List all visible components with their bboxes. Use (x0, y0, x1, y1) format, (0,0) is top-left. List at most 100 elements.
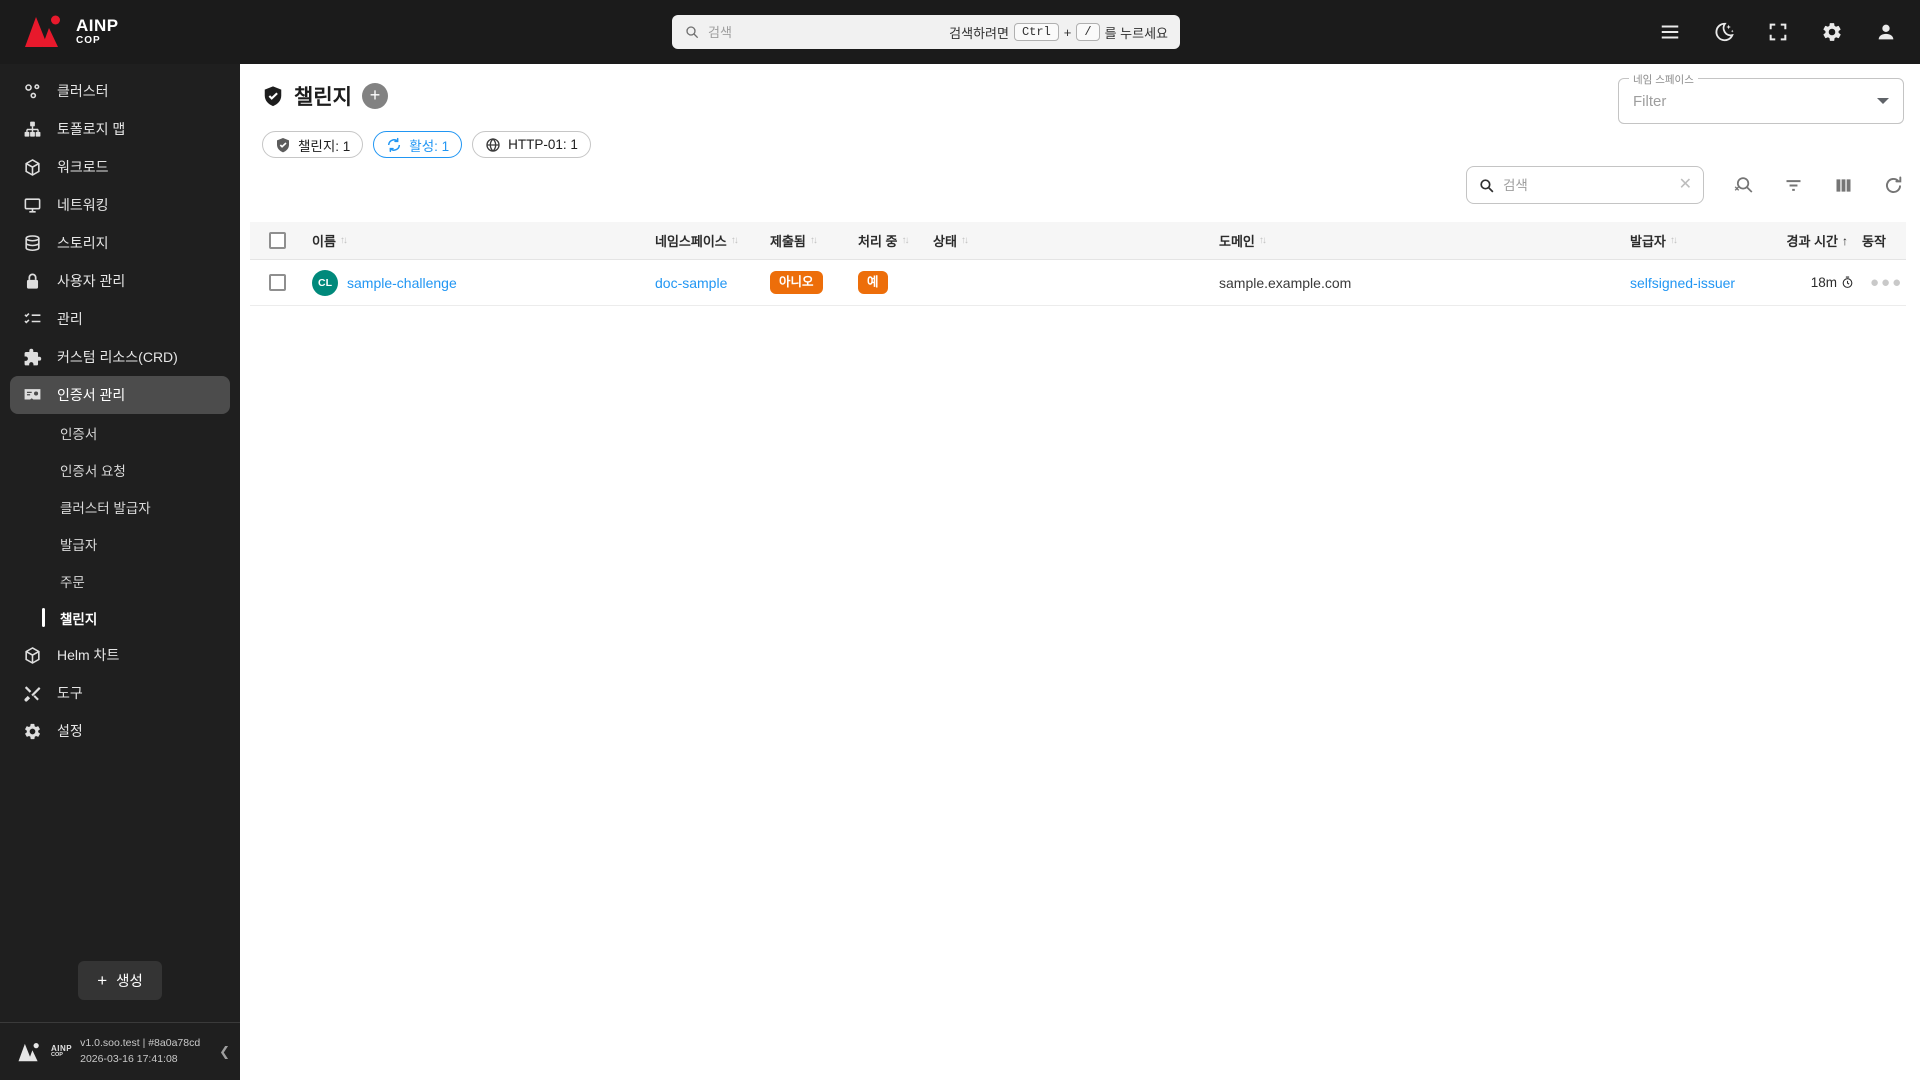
create-button[interactable]: + 생성 (78, 961, 162, 1000)
chip-http01-count[interactable]: HTTP-01: 1 (472, 131, 591, 158)
sidebar-subitem-label: 클러스터 발급자 (60, 500, 151, 516)
sidebar-item-label: 스토리지 (57, 235, 109, 251)
column-header-processing[interactable]: 처리 중 ↑↓ (858, 231, 933, 250)
column-header-name[interactable]: 이름 ↑↓ (300, 231, 655, 250)
sidebar-subitem-cluster-issuers[interactable]: 클러스터 발급자 (0, 488, 240, 525)
domain-cell: sample.example.com (1215, 275, 1630, 291)
sidebar-subitem-certificates[interactable]: 인증서 (0, 414, 240, 451)
filter-list-icon[interactable] (1782, 174, 1804, 196)
brand-primary: AINP (76, 15, 119, 35)
chip-active-count[interactable]: 활성: 1 (373, 131, 463, 158)
avatar: CL (312, 269, 338, 296)
namespace-link[interactable]: doc-sample (655, 275, 727, 291)
sidebar-item-networking[interactable]: 네트워킹 (0, 186, 240, 224)
sidebar-item-label: 설정 (57, 723, 83, 739)
namespace-filter-select[interactable]: 네임 스페이스 Filter (1618, 72, 1904, 124)
column-label: 발급자 (1630, 234, 1666, 249)
topology-icon (24, 121, 41, 137)
column-header-namespace[interactable]: 네임스페이스 ↑↓ (655, 231, 770, 250)
row-checkbox[interactable] (269, 274, 286, 291)
user-account-icon[interactable] (1874, 20, 1898, 44)
global-search[interactable]: 검색하려면 Ctrl + / 를 누르세요 (672, 15, 1180, 49)
sidebar-item-settings[interactable]: 설정 (0, 712, 240, 750)
sidebar-item-user-management[interactable]: 사용자 관리 (0, 262, 240, 300)
plus-icon: + (97, 971, 108, 990)
footer-brand-secondary: COP (51, 1051, 63, 1058)
settings-gear-icon[interactable] (1820, 20, 1844, 44)
sidebar-item-label: 사용자 관리 (57, 273, 126, 289)
column-header-status[interactable]: 상태 ↑↓ (933, 231, 1215, 250)
chip-label: HTTP-01: 1 (508, 137, 578, 152)
add-challenge-button[interactable]: + (361, 83, 388, 109)
sidebar-item-crd[interactable]: 커스텀 리소스(CRD) (0, 338, 240, 376)
issuer-link[interactable]: selfsigned-issuer (1630, 275, 1735, 291)
column-label: 경과 시간 (1786, 234, 1838, 249)
sort-icon: ↑↓ (960, 235, 969, 246)
sidebar-item-certificate-management[interactable]: 인증서 관리 (10, 376, 230, 414)
sidebar-item-tools[interactable]: 도구 (0, 674, 240, 712)
kbd-slash: / (1076, 23, 1100, 41)
sidebar-subitem-label: 인증서 요청 (60, 463, 126, 479)
sidebar-item-label: 인증서 관리 (57, 387, 126, 403)
tools-icon (24, 685, 41, 702)
main-content: 챌린지 + 네임 스페이스 Filter 챌린지: 1 활성: 1 HTTP-0… (240, 64, 1920, 1080)
namespace-filter-label: 네임 스페이스 (1629, 72, 1698, 87)
global-search-input[interactable] (708, 24, 942, 40)
sort-icon: ↑↓ (1258, 235, 1267, 246)
challenge-name-link[interactable]: sample-challenge (347, 275, 457, 291)
summary-chips: 챌린지: 1 활성: 1 HTTP-01: 1 (262, 131, 591, 158)
storage-icon (25, 234, 40, 251)
sync-icon (388, 137, 401, 152)
sidebar-subitem-label: 발급자 (60, 537, 98, 553)
chip-challenges-count[interactable]: 챌린지: 1 (262, 131, 364, 158)
sidebar-item-topology-map[interactable]: 토폴로지 맵 (0, 110, 240, 148)
view-columns-icon[interactable] (1832, 174, 1854, 196)
column-header-issuer[interactable]: 발급자 ↑↓ (1630, 231, 1785, 250)
kbd-ctrl: Ctrl (1013, 23, 1059, 41)
search-off-icon[interactable] (1732, 174, 1754, 196)
column-header-domain[interactable]: 도메인 ↑↓ (1215, 231, 1630, 250)
table-search-input[interactable] (1503, 177, 1671, 193)
row-actions-menu-icon[interactable]: ●●● (1862, 274, 1903, 291)
submitted-cell: 아니오 (770, 271, 858, 294)
sidebar-subitem-challenges[interactable]: 챌린지 (0, 599, 240, 636)
menu-icon[interactable] (1658, 20, 1682, 44)
sidebar-item-label: 커스텀 리소스(CRD) (57, 349, 178, 365)
sidebar-item-helm-charts[interactable]: Helm 차트 (0, 636, 240, 674)
sidebar-collapse-icon[interactable]: ❮ (219, 1044, 230, 1060)
settings-icon (25, 723, 40, 739)
checklist-icon (24, 312, 41, 324)
sidebar-subitem-orders[interactable]: 주문 (0, 562, 240, 599)
create-button-label: 생성 (116, 974, 143, 990)
table-toolbar: ✕ (1466, 166, 1904, 204)
workload-icon (25, 158, 40, 176)
page-title: 챌린지 (294, 86, 352, 109)
shield-check-icon (264, 86, 282, 107)
footer-brand-text: AINP COP (51, 1044, 72, 1059)
clear-search-icon[interactable]: ✕ (1679, 177, 1692, 193)
sidebar-item-label: 관리 (57, 311, 83, 327)
sidebar-item-storage[interactable]: 스토리지 (0, 224, 240, 262)
elapsed-cell: 18m (1785, 275, 1862, 290)
column-header-submitted[interactable]: 제출됨 ↑↓ (770, 231, 858, 250)
sidebar-item-clusters[interactable]: 클러스터 (0, 72, 240, 110)
domain-value: sample.example.com (1219, 274, 1352, 291)
sort-icon: ↑↓ (339, 235, 348, 246)
sidebar-item-admin[interactable]: 관리 (0, 300, 240, 338)
sidebar-item-workloads[interactable]: 워크로드 (0, 148, 240, 186)
select-all-checkbox[interactable] (269, 232, 286, 249)
processing-badge: 예 (858, 271, 888, 294)
table-search[interactable]: ✕ (1466, 166, 1704, 204)
refresh-icon[interactable] (1882, 174, 1904, 196)
column-header-elapsed[interactable]: 경과 시간 ↑ (1785, 231, 1862, 250)
dark-mode-icon[interactable] (1712, 20, 1736, 44)
sidebar-subitem-certificate-requests[interactable]: 인증서 요청 (0, 451, 240, 488)
page-header: 챌린지 + (262, 81, 388, 111)
sidebar-item-label: 네트워킹 (57, 197, 109, 213)
namespace-filter-value: Filter (1633, 92, 1667, 110)
sidebar-item-label: 도구 (57, 685, 83, 701)
fullscreen-icon[interactable] (1766, 20, 1790, 44)
brand-logo[interactable]: AINP COP (22, 12, 119, 50)
sidebar-item-label: 워크로드 (57, 159, 109, 175)
sidebar-subitem-issuers[interactable]: 발급자 (0, 525, 240, 562)
